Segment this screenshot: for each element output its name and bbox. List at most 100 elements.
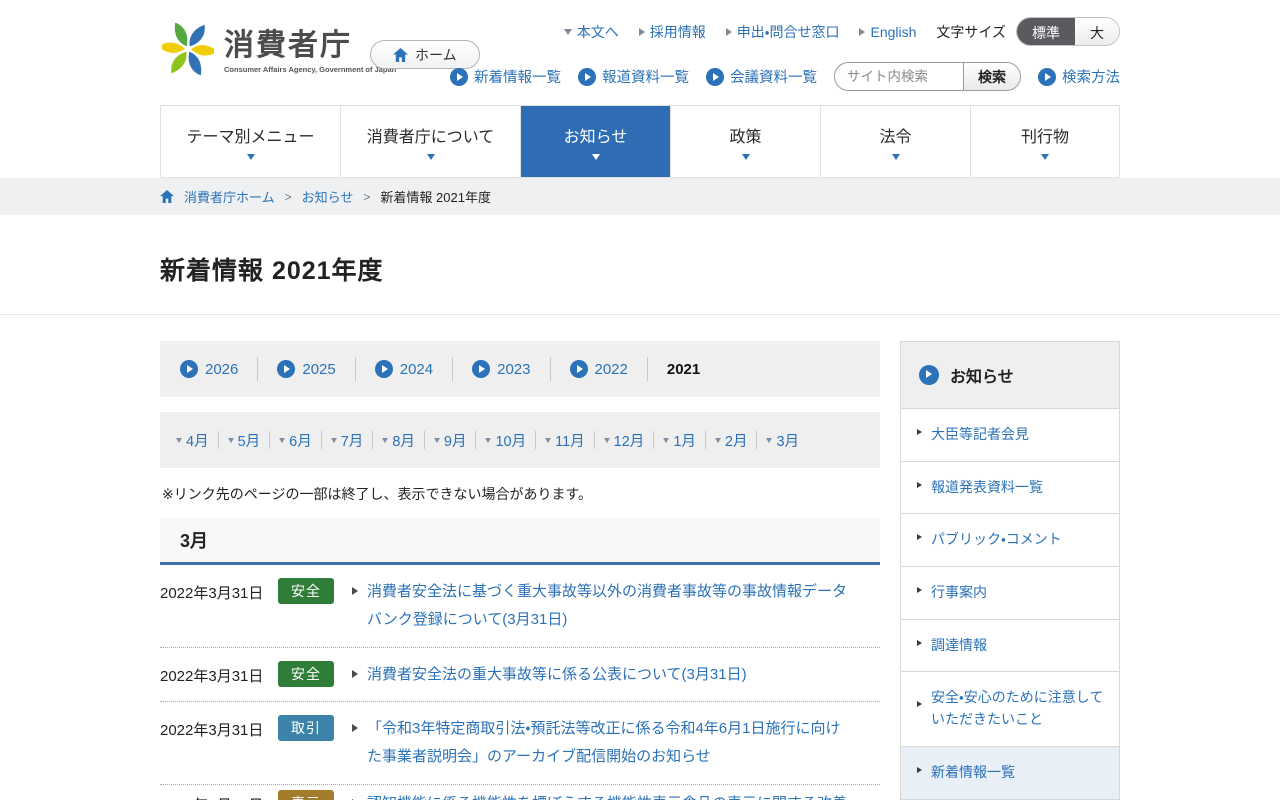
month-4-link[interactable]: 4月	[176, 430, 209, 451]
search-button[interactable]: 検索	[963, 63, 1020, 90]
nav-publications[interactable]: 刊行物	[970, 106, 1120, 177]
chevron-right-icon	[917, 587, 922, 593]
breadcrumb-news-link[interactable]: お知らせ	[302, 187, 354, 206]
year-2026-link[interactable]: 2026	[180, 360, 238, 378]
year-2023-link[interactable]: 2023	[472, 360, 530, 378]
news-row: 2022年3月31日 取引 「令和3年特定商取引法・預託法等改正に係る令和4年6…	[160, 702, 880, 785]
month-section-header: 3月	[160, 518, 880, 565]
month-11-link[interactable]: 11月	[545, 430, 585, 451]
chevron-right-icon	[726, 28, 732, 36]
chevron-right-icon	[352, 587, 358, 595]
site-search: 検索	[834, 62, 1021, 91]
play-circle-icon	[570, 360, 588, 378]
quick-links-row: 新着情報一覧 報道資料一覧 会議資料一覧 検索 検索方法	[450, 62, 1120, 91]
skip-to-content-link[interactable]: 本文へ	[564, 22, 619, 42]
sidebar-header: お知らせ	[901, 341, 1119, 409]
chevron-right-icon	[917, 701, 922, 707]
english-link[interactable]: English	[859, 24, 916, 40]
breadcrumb-separator: >	[285, 190, 292, 204]
month-12-link[interactable]: 12月	[604, 430, 645, 451]
meeting-materials-link[interactable]: 会議資料一覧	[706, 66, 817, 87]
divider	[269, 431, 270, 449]
month-6-link[interactable]: 6月	[279, 430, 312, 451]
play-circle-icon	[919, 365, 939, 385]
year-2021-current: 2021	[667, 361, 700, 378]
breadcrumb-current: 新着情報 2021年度	[380, 187, 491, 206]
divider	[653, 431, 654, 449]
news-link[interactable]: 消費者安全法に基づく重大事故等以外の消費者事故等の事故情報データバンク登録につい…	[367, 578, 852, 634]
nav-about[interactable]: 消費者庁について	[340, 106, 520, 177]
year-2024-link[interactable]: 2024	[375, 360, 433, 378]
chevron-right-icon	[917, 429, 922, 435]
chevron-right-icon	[917, 534, 922, 540]
home-icon	[393, 48, 408, 62]
chevron-down-icon	[715, 438, 721, 443]
sidebar-item-new-info[interactable]: 新着情報一覧	[901, 747, 1119, 800]
news-link[interactable]: 消費者安全法の重大事故等に係る公表について(3月31日)	[367, 661, 747, 689]
month-9-link[interactable]: 9月	[434, 430, 467, 451]
font-size-label: 文字サイズ	[936, 22, 1006, 42]
agency-logo[interactable]: 消費者庁 Consumer Affairs Agency, Government…	[162, 22, 396, 81]
sidebar-item-procurement[interactable]: 調達情報	[901, 620, 1119, 673]
category-badge: 安全	[278, 661, 334, 687]
category-badge: 安全	[278, 578, 334, 604]
divider	[647, 357, 648, 381]
year-2022-link[interactable]: 2022	[570, 360, 628, 378]
search-help-link[interactable]: 検索方法	[1038, 66, 1120, 87]
month-5-link[interactable]: 5月	[228, 430, 261, 451]
sidebar-item-public-comment[interactable]: パブリック・コメント	[901, 514, 1119, 567]
chevron-down-icon	[279, 438, 285, 443]
sidebar-item-safety-caution[interactable]: 安全・安心のために注意していただきたいこと	[901, 672, 1119, 746]
month-1-link[interactable]: 1月	[663, 430, 696, 451]
play-circle-icon	[450, 68, 468, 86]
chevron-down-icon	[331, 438, 337, 443]
font-size-standard-button[interactable]: 標準	[1017, 18, 1075, 45]
month-3-link[interactable]: 3月	[766, 430, 799, 451]
news-row: 2022年3月31日 表示 認知機能に係る機能性を標ぼうする機能性表示食品の表示…	[160, 785, 880, 800]
sidebar-item-press-conference[interactable]: 大臣等記者会見	[901, 409, 1119, 462]
sidebar-item-press-releases[interactable]: 報道発表資料一覧	[901, 462, 1119, 515]
recruit-link[interactable]: 採用情報	[639, 22, 706, 42]
nav-news[interactable]: お知らせ	[520, 106, 670, 177]
disclaimer-note: ※リンク先のページの一部は終了し、表示できない場合があります。	[162, 484, 880, 504]
divider	[372, 431, 373, 449]
news-date: 2022年3月31日	[160, 790, 278, 800]
chevron-down-icon	[434, 438, 440, 443]
press-materials-link[interactable]: 報道資料一覧	[578, 66, 689, 87]
chevron-down-icon	[427, 154, 435, 160]
divider	[594, 431, 595, 449]
breadcrumb: 消費者庁ホーム > お知らせ > 新着情報 2021年度	[0, 178, 1280, 215]
font-size-large-button[interactable]: 大	[1075, 18, 1119, 45]
category-badge: 表示	[278, 790, 334, 800]
divider	[550, 357, 551, 381]
month-7-link[interactable]: 7月	[331, 430, 364, 451]
news-date: 2022年3月31日	[160, 661, 278, 686]
breadcrumb-home-link[interactable]: 消費者庁ホーム	[184, 187, 275, 206]
year-2025-link[interactable]: 2025	[277, 360, 335, 378]
chevron-down-icon	[228, 438, 234, 443]
month-2-link[interactable]: 2月	[715, 430, 748, 451]
font-size-control: 文字サイズ 標準 大	[936, 17, 1120, 46]
news-link[interactable]: 認知機能に係る機能性を標ぼうする機能性表示食品の表示に関する改善指導	[367, 790, 852, 800]
sidebar-item-events[interactable]: 行事案内	[901, 567, 1119, 620]
divider	[321, 431, 322, 449]
nav-laws[interactable]: 法令	[820, 106, 970, 177]
month-8-link[interactable]: 8月	[382, 430, 415, 451]
new-info-list-link[interactable]: 新着情報一覧	[450, 66, 561, 87]
global-nav: テーマ別メニュー 消費者庁について お知らせ 政策 法令 刊行物	[0, 105, 1280, 178]
section-title: 3月	[180, 527, 208, 553]
play-circle-icon	[472, 360, 490, 378]
play-circle-icon	[706, 68, 724, 86]
nav-theme-menu[interactable]: テーマ別メニュー	[160, 106, 340, 177]
year-tabs: 2026 2025 2024 2023 2022 2	[160, 341, 880, 397]
nav-policy[interactable]: 政策	[670, 106, 820, 177]
month-tabs: 4月 5月 6月 7月 8月 9月 10月 11月 12月 1月 2月 3月	[160, 412, 880, 468]
news-date: 2022年3月31日	[160, 715, 278, 740]
month-10-link[interactable]: 10月	[485, 430, 526, 451]
contact-link[interactable]: 申出・問合せ窓口	[726, 22, 840, 42]
chevron-right-icon	[352, 724, 358, 732]
divider	[355, 357, 356, 381]
divider	[756, 431, 757, 449]
search-input[interactable]	[835, 69, 963, 84]
news-link[interactable]: 「令和3年特定商取引法・預託法等改正に係る令和4年6月1日施行に向けた事業者説明…	[367, 715, 852, 771]
